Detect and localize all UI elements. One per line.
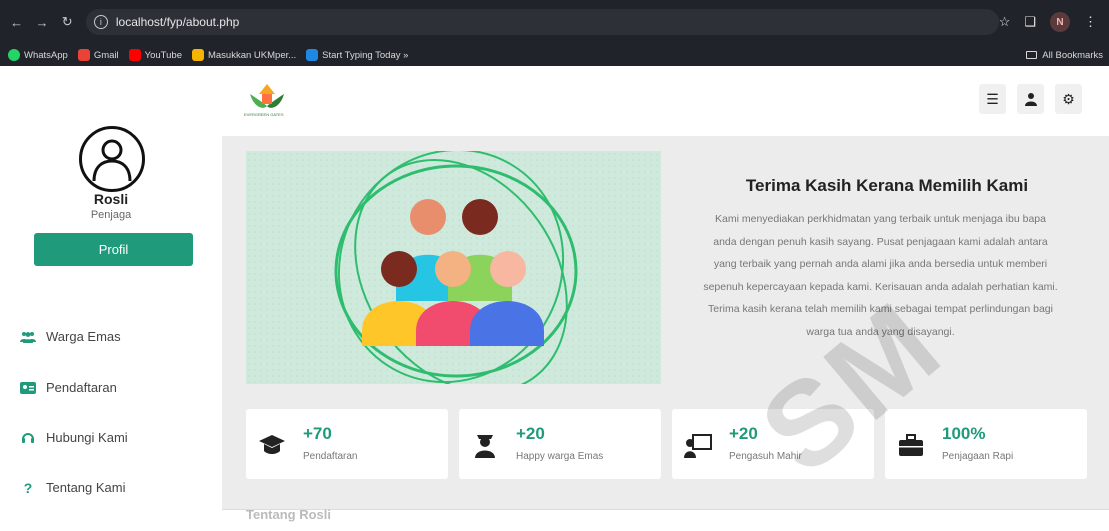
profile-avatar[interactable]: N xyxy=(1050,12,1071,32)
gmail-icon xyxy=(77,49,90,61)
logo[interactable]: EVERGREEN GATES xyxy=(244,80,290,120)
stat-card-pendaftaran: +70 Pendaftaran xyxy=(246,409,448,479)
stat-value: +20 xyxy=(516,424,545,443)
sidebar-item-hubungi-kami[interactable]: Hubungi Kami xyxy=(20,430,128,445)
sidebar-item-label: Hubungi Kami xyxy=(46,430,128,445)
all-bookmarks-label: All Bookmarks xyxy=(1042,49,1103,61)
hero-line: Terima kasih kerana telah memilih kami s… xyxy=(708,303,1053,315)
hero-title: Terima Kasih Kerana Memilih Kami xyxy=(745,176,1029,195)
address-bar[interactable]: i localhost/fyp/about.php xyxy=(85,9,999,35)
typing-icon xyxy=(306,49,319,61)
chalkboard-teacher-icon xyxy=(684,434,712,458)
sidebar-item-warga-emas[interactable]: Warga Emas xyxy=(20,329,121,344)
sidebar-item-tentang-kami[interactable]: ? Tentang Kami xyxy=(20,479,126,496)
bookmarks-bar: WhatsApp Gmail YouTube Masukkan UKMper..… xyxy=(0,44,1109,66)
youtube-icon xyxy=(128,49,141,61)
stat-label: Happy warga Emas xyxy=(516,451,604,462)
briefcase-icon xyxy=(899,434,923,456)
hero-illustration xyxy=(246,151,661,384)
question-icon: ? xyxy=(23,479,33,496)
stat-label: Penjagaan Rapi xyxy=(942,451,1014,462)
ukm-icon xyxy=(191,49,204,61)
id-card-icon xyxy=(20,381,36,395)
bookmark-label: WhatsApp xyxy=(24,49,68,61)
bookmark-gmail[interactable]: Gmail xyxy=(77,49,119,61)
hero-line: yang terbaik yang pernah anda alami jika… xyxy=(713,258,1048,270)
hero-description: Kami menyediakan perkhidmatan yang terba… xyxy=(668,208,1093,343)
user-icon xyxy=(1024,93,1037,106)
sidebar-item-label: Pendaftaran xyxy=(46,380,117,395)
back-icon[interactable]: ← xyxy=(8,13,25,31)
hero-line: anda dengan penuh kasih sayang. Pusat pe… xyxy=(713,235,1048,248)
sidebar-item-label: Warga Emas xyxy=(46,329,121,344)
all-bookmarks[interactable]: All Bookmarks xyxy=(1026,50,1109,61)
user-avatar-icon xyxy=(92,139,132,182)
users-icon xyxy=(20,330,36,344)
bookmark-label: Masukkan UKMper... xyxy=(207,49,297,61)
bookmark-ukm[interactable]: Masukkan UKMper... xyxy=(191,49,297,61)
sidebar-item-label: Tentang Kami xyxy=(46,480,126,495)
graduation-cap-icon xyxy=(259,435,285,454)
bookmark-whatsapp[interactable]: WhatsApp xyxy=(8,49,68,61)
hero-line: Kami menyediakan perkhidmatan yang terba… xyxy=(715,213,1046,225)
url-text: localhost/fyp/about.php xyxy=(115,15,240,29)
bookmark-label: YouTube xyxy=(144,49,182,61)
bookmark-youtube[interactable]: YouTube xyxy=(128,49,182,61)
hero-line: warga tua anda yang disayangi. xyxy=(806,325,955,338)
user-graduate-icon xyxy=(475,435,495,458)
sidebar-item-pendaftaran[interactable]: Pendaftaran xyxy=(20,380,117,395)
about-heading: Tentang Rosli xyxy=(246,507,331,522)
stat-card-penjagaan: 100% Penjagaan Rapi xyxy=(885,409,1087,479)
forward-icon[interactable]: → xyxy=(33,13,50,31)
browser-menu-icon[interactable]: ⋮ xyxy=(1084,14,1097,30)
stat-value: +20 xyxy=(729,424,758,443)
bookmark-label: Start Typing Today » xyxy=(322,49,409,61)
bookmark-typing[interactable]: Start Typing Today » xyxy=(306,49,408,61)
hero-line: sepenuh kepercayaan kepada kami. Kerisau… xyxy=(703,280,1058,293)
stat-card-pengasuh: +20 Pengasuh Mahir xyxy=(672,409,874,479)
browser-nav-row: ← → ↻ i localhost/fyp/about.php ☆ ❑ N ⋮ xyxy=(0,6,1109,38)
settings-button[interactable]: ⚙ xyxy=(1055,84,1082,114)
user-button[interactable] xyxy=(1017,84,1044,114)
extensions-icon[interactable]: ❑ xyxy=(1024,14,1036,30)
about-panel: Tentang Rosli xyxy=(222,507,1109,531)
whatsapp-icon xyxy=(8,49,20,61)
logo-text: EVERGREEN GATES xyxy=(244,112,284,117)
main-content: EVERGREEN GATES ☰ ⚙ Terima Kasih Kerana … xyxy=(222,66,1109,531)
bookmark-star-icon[interactable]: ☆ xyxy=(999,14,1011,30)
profile-button[interactable]: Profil xyxy=(34,233,193,266)
reload-icon[interactable]: ↻ xyxy=(59,13,76,31)
stat-value: 100% xyxy=(942,424,986,443)
sidebar: Rosli Penjaga Profil Warga Emas Pendafta… xyxy=(0,66,222,531)
user-name: Rosli xyxy=(93,191,129,207)
folder-icon xyxy=(1026,51,1038,59)
stat-label: Pengasuh Mahir xyxy=(729,451,802,462)
menu-icon: ☰ xyxy=(986,90,999,107)
menu-button[interactable]: ☰ xyxy=(979,84,1006,114)
headset-icon xyxy=(20,431,36,445)
stat-value: +70 xyxy=(303,424,332,443)
bookmark-label: Gmail xyxy=(93,49,119,61)
avatar xyxy=(79,126,145,192)
header: EVERGREEN GATES ☰ ⚙ xyxy=(222,66,1109,136)
stat-card-happy-warga: +20 Happy warga Emas xyxy=(459,409,661,479)
stat-label: Pendaftaran xyxy=(303,451,358,462)
site-info-icon[interactable]: i xyxy=(93,15,108,29)
settings-icon: ⚙ xyxy=(1062,90,1075,107)
user-role: Penjaga xyxy=(90,209,132,221)
browser-toolbar: ← → ↻ i localhost/fyp/about.php ☆ ❑ N ⋮ xyxy=(0,0,1109,44)
